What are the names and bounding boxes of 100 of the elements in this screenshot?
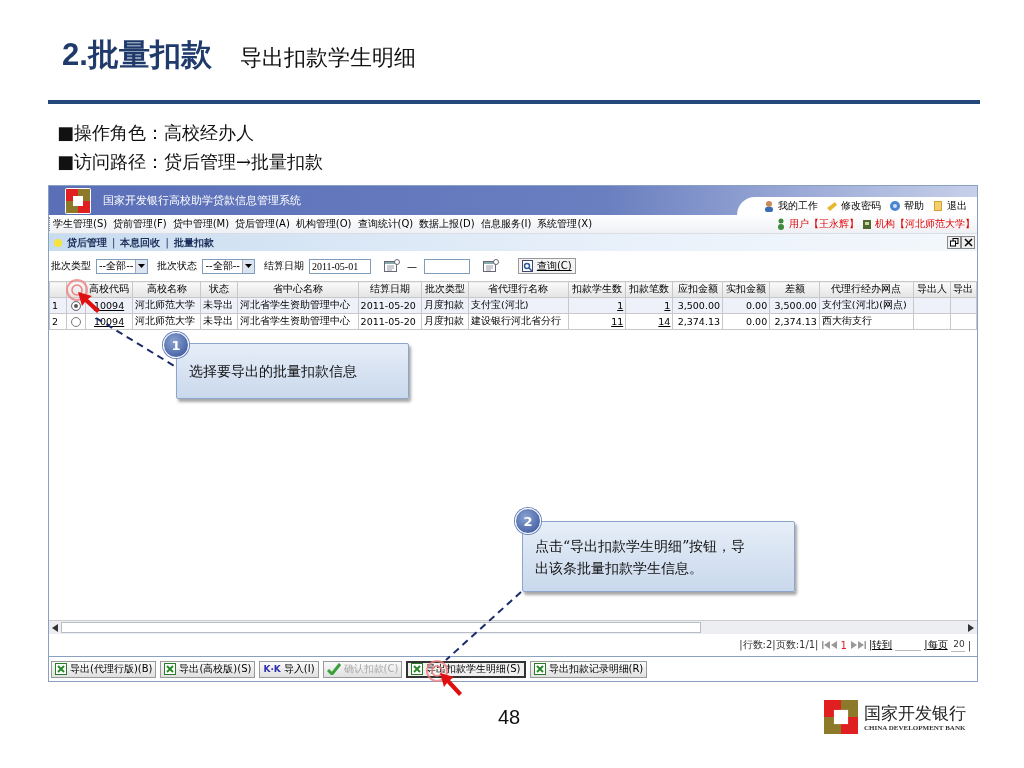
slide-title: 2.批量扣款 — [62, 38, 212, 72]
pager-separator: | — [967, 639, 971, 651]
toolbar-button[interactable]: K·K 导入(I) — [259, 660, 319, 678]
person-icon — [776, 218, 786, 230]
column-header: 结算日期 — [358, 281, 422, 298]
column-header: 导出 — [950, 281, 977, 298]
door-icon — [932, 200, 944, 212]
column-header: 批次类型 — [421, 281, 469, 298]
dropdown[interactable]: --全部-- — [96, 258, 149, 274]
column-header: 省中心名称 — [237, 281, 359, 298]
toolbar-button[interactable]: 导出(高校版)(S) — [160, 660, 256, 678]
goto-link[interactable]: |转到 — [868, 638, 893, 652]
close-button[interactable] — [961, 236, 975, 249]
toolbar-button[interactable]: 导出(代理行版)(B) — [51, 660, 157, 678]
filter-label: 批次状态 — [157, 259, 198, 273]
dropdown[interactable]: --全部-- — [202, 258, 255, 274]
breadcrumb-item[interactable]: 贷后管理 — [67, 235, 107, 250]
pointer-arrow — [440, 673, 462, 696]
callout-text: 选择要导出的批量扣款信息 — [189, 362, 357, 381]
scroll-left-icon — [52, 623, 58, 632]
close-icon — [963, 238, 973, 247]
radio-button[interactable] — [71, 317, 81, 328]
bullet-text: ■访问路径：贷后管理→批量扣款 — [57, 150, 325, 174]
date-field[interactable]: 2011-05-01 — [308, 258, 371, 274]
menu-item[interactable]: 信息服务(I) — [480, 217, 532, 231]
menu-item[interactable]: 查询统计(Q) — [357, 217, 414, 231]
building-icon — [862, 218, 872, 230]
filter-label: 批次类型 — [51, 259, 91, 273]
column-header: 扣款学生数 — [568, 281, 626, 298]
menu-item[interactable]: 学生管理(S) — [53, 217, 108, 231]
menu-item[interactable]: 贷前管理(F) — [113, 217, 167, 231]
logo-icon — [66, 188, 90, 213]
number-badge: 1 — [163, 332, 189, 358]
header-link[interactable]: 帮助 — [889, 199, 924, 213]
spreadsheet-icon — [533, 663, 546, 675]
column-header: 高校名称 — [132, 281, 201, 298]
filter-label: 结算日期 — [263, 259, 304, 273]
table-row[interactable]: 1 10094 河北师范大学 未导出 河北省学生资助管理中心 2011-05-20 月度扣款 支付宝(河北) 1 1 3,500.00 0.00 3,500.00 支付宝(河北)(网点) — [49, 297, 977, 314]
breadcrumb-item[interactable]: 本息回收 — [120, 235, 161, 250]
column-header: 高校代码 — [85, 281, 133, 298]
callout-text: 点击“导出扣款学生明细”按钮，导出该条批量扣款学生信息。 — [535, 536, 747, 578]
help-icon — [889, 200, 901, 212]
menu-item[interactable]: 贷后管理(A) — [235, 217, 290, 231]
dot-icon — [54, 238, 62, 247]
last-page-icon — [849, 641, 866, 649]
bank-name: 国家开发银行 — [864, 702, 966, 724]
table-row[interactable]: 2 10094 河北师范大学 未导出 河北省学生资助管理中心 2011-05-20 月度扣款 建设银行河北省分行 11 14 2,374.13 0.00 2,374.13 西大街支行 — [49, 313, 977, 330]
menu-item[interactable]: 机构管理(O) — [295, 217, 352, 231]
spreadsheet-icon — [55, 663, 67, 675]
header-link[interactable]: 修改密码 — [826, 199, 881, 213]
toolbar-button[interactable]: 导出扣款记录明细(R) — [529, 660, 648, 678]
person-icon — [763, 200, 775, 212]
column-header: 导出人 — [913, 281, 951, 298]
scroll-right-icon — [968, 623, 974, 632]
slide-subtitle: 导出扣款学生明细 — [239, 45, 416, 71]
menu-item[interactable]: 系统管理(X) — [537, 217, 593, 231]
user-info-text: 用户【王永辉】 — [789, 217, 859, 231]
restore-icon — [949, 238, 959, 247]
first-page-icon — [821, 641, 838, 649]
table-link[interactable]: 14 — [658, 316, 671, 327]
scroll-thumb[interactable] — [61, 622, 701, 633]
calendar-icon — [482, 259, 499, 273]
pager-summary: |行数:2|页数:1/1| — [739, 638, 819, 652]
logo-icon — [824, 700, 858, 734]
table-link[interactable]: 11 — [611, 316, 624, 327]
header-link[interactable]: 退出 — [932, 199, 967, 213]
column-header: 扣款笔数 — [625, 281, 673, 298]
horizontal-scrollbar[interactable] — [49, 620, 977, 634]
column-header: 实扣金额 — [722, 281, 770, 298]
checkmark-icon — [326, 663, 341, 675]
per-page-link[interactable]: |每页 — [924, 638, 948, 652]
highlight-ring — [426, 660, 448, 682]
pencil-icon — [826, 200, 838, 212]
query-button[interactable]: 查询(C) — [517, 258, 576, 274]
table-link[interactable]: 1 — [664, 300, 671, 311]
table-link[interactable]: 10094 — [93, 300, 125, 311]
column-header: 状态 — [200, 281, 238, 298]
column-header: 省代理行名称 — [468, 281, 569, 298]
table-link[interactable]: 1 — [617, 300, 624, 311]
calendar-icon — [383, 259, 400, 273]
restore-button[interactable] — [947, 236, 961, 249]
per-page-field[interactable]: 20 — [950, 638, 965, 652]
table-link[interactable]: 10094 — [93, 316, 125, 327]
current-page: 1 — [840, 639, 847, 651]
search-icon — [521, 260, 534, 272]
header-link[interactable]: 我的工作 — [763, 199, 818, 213]
column-header: 差额 — [769, 281, 820, 298]
header-cell — [49, 281, 67, 298]
page-number: 48 — [498, 706, 521, 729]
breadcrumb-separator: | — [112, 237, 116, 248]
app-title: 国家开发银行高校助学贷款信息管理系统 — [103, 193, 301, 208]
spreadsheet-icon — [164, 663, 177, 675]
menu-item[interactable]: 贷中管理(M) — [172, 217, 230, 231]
user-info-text: 机构【河北师范大学】 — [875, 217, 975, 231]
caret-icon — [244, 264, 252, 268]
menu-item[interactable]: 数据上报(D) — [419, 217, 475, 231]
breadcrumb-item[interactable]: 批量扣款 — [173, 235, 214, 250]
number-badge: 2 — [515, 508, 541, 534]
caret-icon — [138, 264, 146, 268]
date-field[interactable] — [423, 258, 470, 274]
